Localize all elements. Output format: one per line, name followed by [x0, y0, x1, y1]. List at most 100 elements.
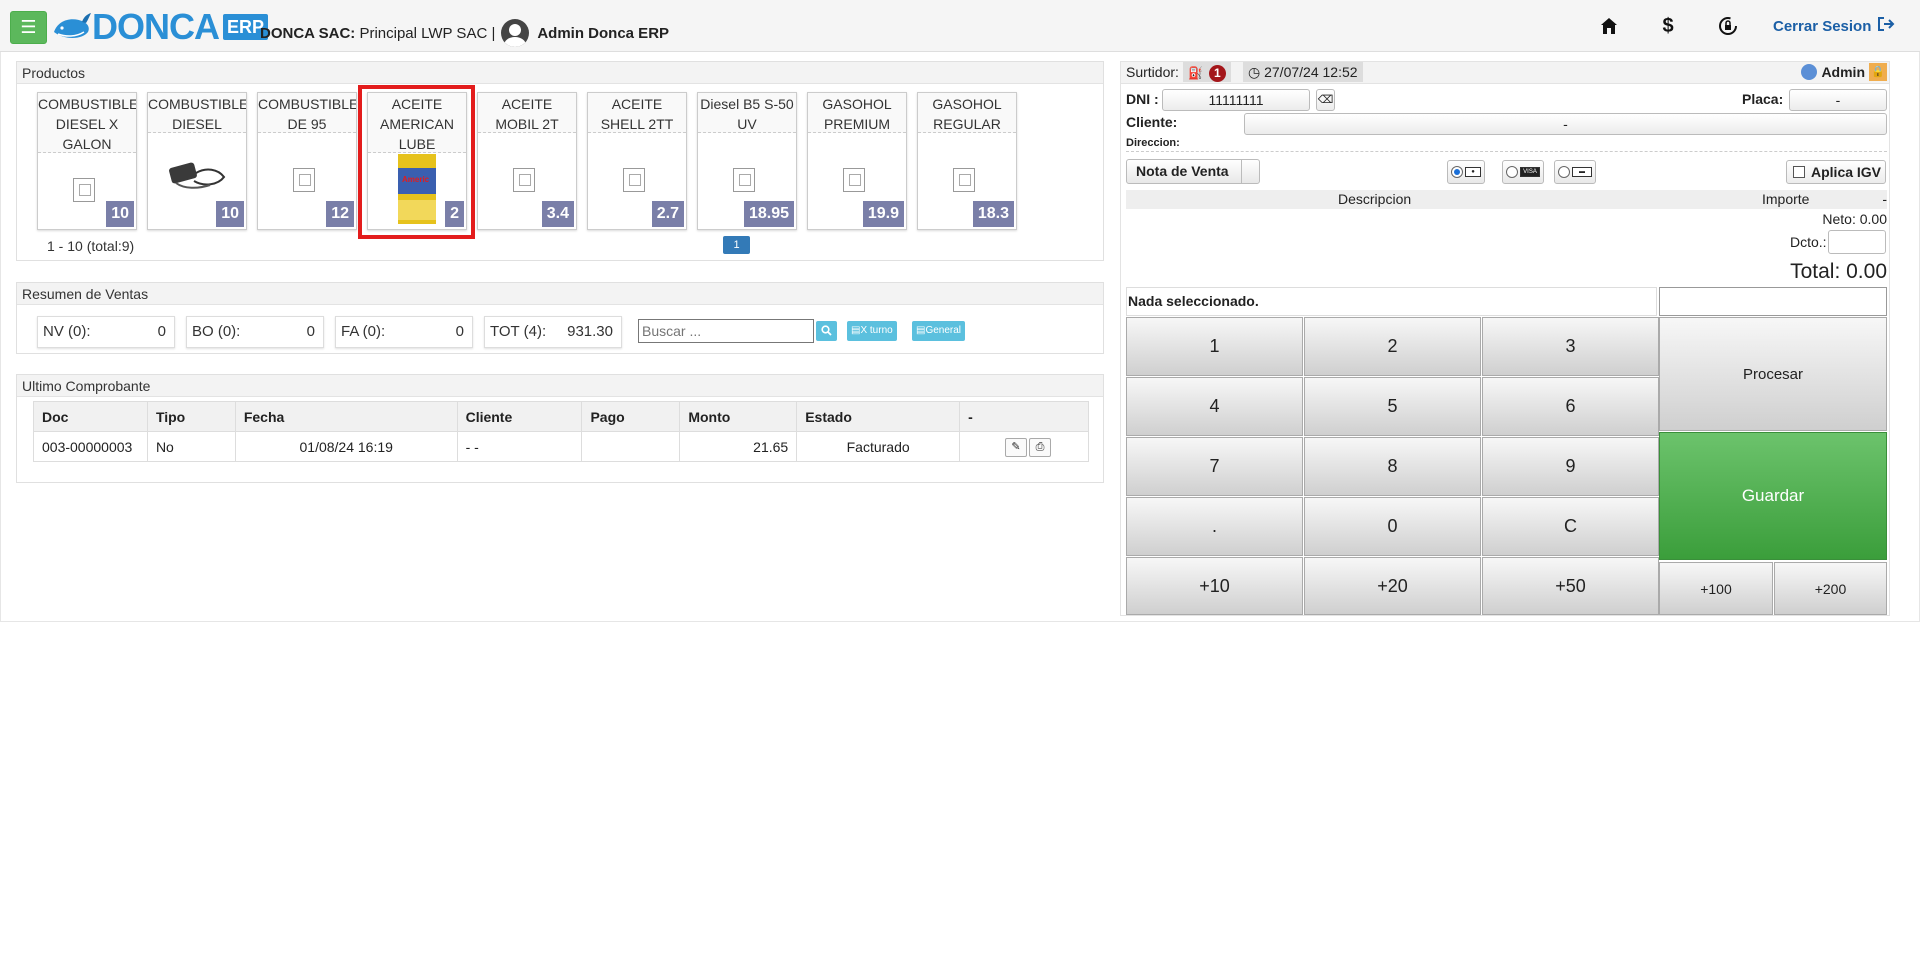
summary-label: FA (0):	[341, 323, 386, 340]
table-row[interactable]: 003-00000003 No 01/08/24 16:19 - - 21.65…	[33, 431, 1089, 462]
product-name: COMBUSTIBLE DE 95	[258, 93, 356, 133]
product-card[interactable]: ACEITE MOBIL 2T 3.4	[477, 92, 577, 230]
key-7[interactable]: 7	[1126, 437, 1303, 496]
company-branch: Principal LWP SAC |	[359, 24, 496, 42]
image-placeholder-icon	[733, 168, 755, 192]
key-8[interactable]: 8	[1304, 437, 1481, 496]
product-name: ACEITE SHELL 2TT COJIN	[588, 93, 686, 133]
summary-bo: BO (0): 0	[186, 316, 324, 348]
radio-cash[interactable]	[1451, 166, 1463, 178]
igv-checkbox[interactable]	[1793, 166, 1805, 178]
placa-field[interactable]: -	[1789, 89, 1887, 111]
key-6[interactable]: 6	[1482, 377, 1659, 436]
lock-icon: 🔒	[1869, 63, 1887, 81]
resumen-title: Resumen de Ventas	[17, 283, 1103, 305]
product-card[interactable]: GASOHOL REGULAR 18.3	[917, 92, 1017, 230]
cliente-field[interactable]: -	[1244, 113, 1887, 135]
lock-rotate-icon[interactable]	[1716, 14, 1740, 38]
col-actions: -	[959, 401, 1089, 432]
page-button[interactable]: 1	[723, 236, 750, 254]
cell-monto: 21.65	[679, 431, 798, 462]
summary-label: TOT (4):	[490, 323, 547, 340]
key-plus100[interactable]: +100	[1659, 562, 1773, 615]
key-plus50[interactable]: +50	[1482, 557, 1659, 615]
search-input[interactable]	[638, 319, 814, 343]
home-icon[interactable]	[1597, 14, 1621, 38]
total-value: Total: 0.00	[1790, 260, 1887, 283]
summary-nv: NV (0): 0	[37, 316, 175, 348]
search-button[interactable]	[816, 321, 837, 341]
cliente-label: Cliente:	[1126, 114, 1178, 130]
clock-icon: ◷	[1248, 64, 1261, 80]
pay-method-visa[interactable]: VISA	[1502, 160, 1544, 184]
radio-card[interactable]	[1558, 166, 1570, 178]
igv-toggle[interactable]: Aplica IGV	[1786, 160, 1886, 184]
image-placeholder-icon	[843, 168, 865, 192]
key-2[interactable]: 2	[1304, 317, 1481, 376]
col-descripcion: Descripcion	[1338, 191, 1412, 207]
divider	[1126, 151, 1887, 152]
product-name: GASOHOL PREMIUM	[808, 93, 906, 133]
key-plus20[interactable]: +20	[1304, 557, 1481, 615]
product-name: COMBUSTIBLE DIESEL X GALON	[38, 93, 136, 153]
summary-value: 0	[157, 323, 166, 340]
guardar-button[interactable]: Guardar	[1659, 432, 1887, 560]
doc-type-select[interactable]: Nota de Venta	[1126, 159, 1260, 184]
eraser-button[interactable]: ⌫	[1316, 89, 1335, 111]
summary-tot: TOT (4): 931.30	[484, 316, 622, 348]
dcto-input[interactable]	[1828, 230, 1886, 254]
product-card[interactable]: COMBUSTIBLE DE 95 12	[257, 92, 357, 230]
key-dot[interactable]: .	[1126, 497, 1303, 556]
igv-label: Aplica IGV	[1811, 164, 1882, 180]
key-4[interactable]: 4	[1126, 377, 1303, 436]
procesar-button[interactable]: Procesar	[1659, 317, 1887, 431]
quantity-input[interactable]	[1659, 287, 1887, 316]
admin-badge[interactable]: Admin 🔒	[1797, 62, 1887, 82]
product-card[interactable]: COMBUSTIBLE DIESEL 10	[147, 92, 247, 230]
summary-label: BO (0):	[192, 323, 241, 340]
edit-button[interactable]: ✎	[1005, 437, 1027, 457]
col-dash: -	[1882, 191, 1887, 207]
detail-header: Descripcion Importe -	[1126, 190, 1887, 209]
key-3[interactable]: 3	[1482, 317, 1659, 376]
pencil-icon: ✎	[1011, 440, 1021, 453]
cell-estado: Facturado	[796, 431, 961, 462]
user-avatar-icon	[501, 19, 530, 47]
key-plus200[interactable]: +200	[1774, 562, 1887, 615]
key-clear[interactable]: C	[1482, 497, 1659, 556]
dni-field[interactable]: 11111111	[1162, 89, 1310, 111]
image-placeholder-icon	[513, 168, 535, 192]
col-tipo: Tipo	[146, 401, 236, 432]
general-button[interactable]: ▤General	[912, 321, 966, 341]
col-pago: Pago	[581, 401, 681, 432]
product-name: GASOHOL REGULAR	[918, 93, 1016, 133]
key-1[interactable]: 1	[1126, 317, 1303, 376]
pay-method-cash[interactable]: ●	[1447, 160, 1485, 184]
placa-label: Placa:	[1742, 91, 1784, 107]
radio-visa[interactable]	[1506, 166, 1518, 178]
key-0[interactable]: 0	[1304, 497, 1481, 556]
dollar-icon[interactable]: $	[1656, 14, 1680, 38]
key-9[interactable]: 9	[1482, 437, 1659, 496]
cell-fecha: 01/08/24 16:19	[234, 431, 458, 462]
menu-button[interactable]: ☰	[10, 11, 47, 44]
summary-value: 0	[306, 323, 315, 340]
image-placeholder-icon	[623, 168, 645, 192]
pay-method-card[interactable]: ▬	[1554, 160, 1596, 184]
brand-logo[interactable]: DONCA ERP	[52, 8, 269, 46]
key-plus10[interactable]: +10	[1126, 557, 1303, 615]
col-cliente: Cliente	[456, 401, 583, 432]
logout-link[interactable]: Cerrar Sesion	[1773, 16, 1895, 37]
product-card[interactable]: Diesel B5 S-50 UV 18.95	[697, 92, 797, 230]
key-5[interactable]: 5	[1304, 377, 1481, 436]
product-card[interactable]: ACEITE SHELL 2TT COJIN 2.7	[587, 92, 687, 230]
sign-out-icon	[1877, 16, 1895, 37]
cell-cliente: - -	[456, 431, 583, 462]
summary-label: NV (0):	[43, 323, 91, 340]
print-button[interactable]: ⎙	[1029, 437, 1051, 457]
image-placeholder-icon	[73, 178, 95, 202]
surtidor-selector[interactable]: ⛽ 1	[1183, 62, 1231, 82]
product-card[interactable]: COMBUSTIBLE DIESEL X GALON 10	[37, 92, 137, 230]
xturno-button[interactable]: ▤X turno	[847, 321, 897, 341]
product-card[interactable]: GASOHOL PREMIUM 19.9	[807, 92, 907, 230]
